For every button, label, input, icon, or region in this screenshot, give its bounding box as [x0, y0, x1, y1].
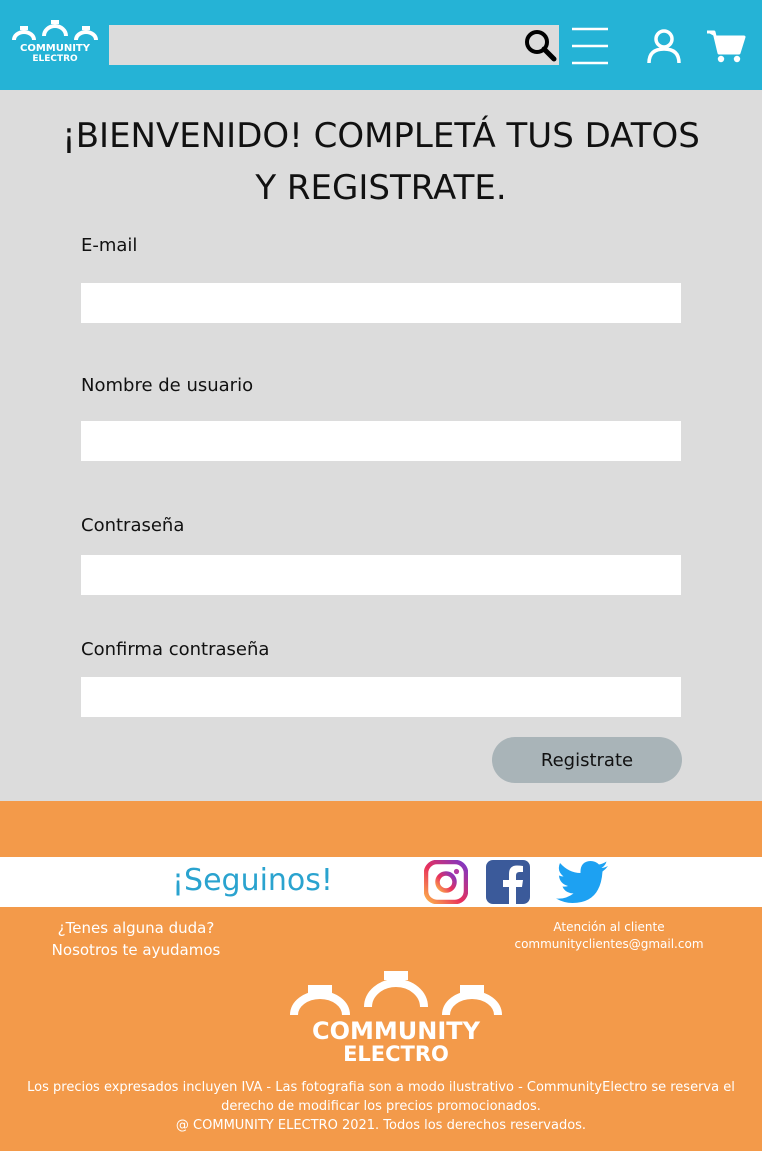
- help-line-2: Nosotros te ayudamos: [51, 941, 221, 959]
- registration-form: ¡BIENVENIDO! COMPLETÁ TUS DATOS Y REGIST…: [0, 90, 762, 801]
- menu-icon[interactable]: [571, 26, 609, 66]
- password-label: Contraseña: [81, 515, 185, 536]
- social-bar: ¡Seguinos!: [0, 857, 762, 907]
- facebook-icon[interactable]: [486, 860, 530, 904]
- site-header: COMMUNITY ELECTRO: [0, 0, 762, 90]
- customer-service: Atención al cliente communityclientes@gm…: [494, 919, 724, 953]
- page-title: ¡BIENVENIDO! COMPLETÁ TUS DATOS Y REGIST…: [40, 110, 722, 214]
- site-footer: ¡Seguinos! ¿Tenes alguna duda? Nosotros …: [0, 801, 762, 1151]
- search-icon[interactable]: [520, 27, 560, 63]
- footer-logo: COMMUNITY ELECTRO: [290, 971, 502, 1063]
- email-field[interactable]: [81, 283, 681, 323]
- legal-line-1: Los precios expresados incluyen IVA - La…: [27, 1080, 735, 1114]
- password-field[interactable]: [81, 555, 681, 595]
- logo-text-electro: ELECTRO: [32, 54, 78, 64]
- user-icon[interactable]: [644, 27, 684, 65]
- title-line-1: ¡BIENVENIDO! COMPLETÁ TUS DATOS: [62, 116, 700, 156]
- instagram-icon[interactable]: [424, 860, 468, 904]
- confirm-password-field[interactable]: [81, 677, 681, 717]
- register-button[interactable]: Registrate: [492, 737, 682, 783]
- twitter-icon[interactable]: [556, 861, 608, 903]
- footer-logo-electro: ELECTRO: [343, 1042, 449, 1063]
- logo-text-community: COMMUNITY: [20, 43, 91, 54]
- username-label: Nombre de usuario: [81, 375, 254, 396]
- help-text: ¿Tenes alguna duda? Nosotros te ayudamos: [36, 917, 236, 961]
- follow-us-label: ¡Seguinos!: [172, 863, 333, 898]
- legal-line-2: @ COMMUNITY ELECTRO 2021. Todos los dere…: [175, 1118, 587, 1133]
- username-field[interactable]: [81, 421, 681, 461]
- cart-icon[interactable]: [706, 28, 746, 64]
- confirm-password-label: Confirma contraseña: [81, 639, 270, 660]
- contact-email[interactable]: communityclientes@gmail.com: [514, 937, 703, 951]
- title-line-2: Y REGISTRATE.: [255, 168, 507, 208]
- search-input[interactable]: [109, 25, 559, 65]
- community-electro-logo[interactable]: COMMUNITY ELECTRO: [10, 18, 100, 64]
- footer-logo-community: COMMUNITY: [312, 1017, 481, 1045]
- legal-text: Los precios expresados incluyen IVA - La…: [12, 1078, 750, 1135]
- contact-title: Atención al cliente: [553, 920, 665, 934]
- email-label: E-mail: [81, 235, 138, 256]
- help-line-1: ¿Tenes alguna duda?: [57, 919, 215, 937]
